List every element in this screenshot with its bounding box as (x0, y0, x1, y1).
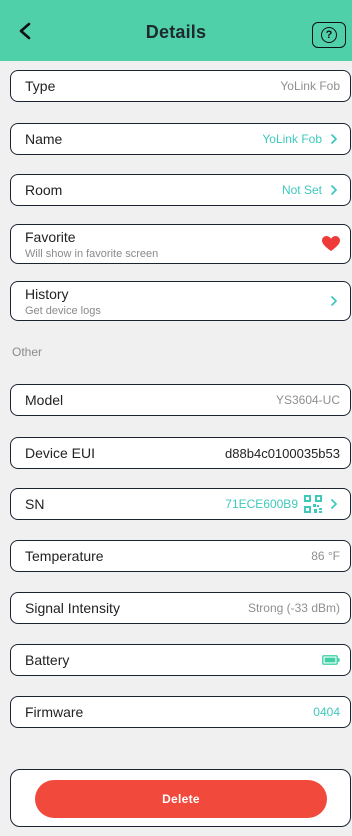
qr-code-icon[interactable] (304, 495, 322, 513)
sn-value-wrap: 71ECE600B9 (225, 495, 340, 513)
battery-full-icon (322, 655, 340, 665)
header-bar: Details ? (0, 0, 352, 61)
sn-value: 71ECE600B9 (225, 497, 298, 511)
delete-panel: Delete (10, 769, 351, 827)
question-mark-icon: ? (321, 27, 337, 43)
signal-row: Signal Intensity Strong (-33 dBm) (10, 592, 351, 624)
help-button[interactable]: ? (312, 22, 346, 48)
model-row: Model YS3604-UC (10, 384, 351, 416)
type-value: YoLink Fob (280, 79, 340, 93)
signal-label: Signal Intensity (25, 600, 120, 616)
section-label-other: Other (12, 345, 43, 359)
delete-button[interactable]: Delete (35, 780, 327, 818)
favorite-text: Favorite Will show in favorite screen (25, 229, 158, 260)
name-value: YoLink Fob (262, 132, 322, 146)
name-row[interactable]: Name YoLink Fob (10, 123, 351, 155)
history-row[interactable]: History Get device logs (10, 281, 351, 321)
device-eui-value: d88b4c0100035b53 (225, 445, 340, 461)
history-text: History Get device logs (25, 286, 101, 317)
type-label: Type (25, 78, 56, 94)
chevron-right-icon (331, 134, 337, 144)
name-label: Name (25, 131, 63, 147)
temperature-value: 86 °F (311, 549, 340, 563)
temperature-row: Temperature 86 °F (10, 540, 351, 572)
device-eui-row: Device EUI d88b4c0100035b53 (10, 437, 351, 469)
room-value-wrap: Not Set (282, 183, 340, 197)
firmware-value: 0404 (313, 705, 340, 719)
chevron-right-icon (331, 296, 337, 306)
temperature-label: Temperature (25, 548, 104, 564)
firmware-label: Firmware (25, 704, 84, 720)
favorite-label: Favorite (25, 228, 76, 245)
heart-icon[interactable] (322, 236, 340, 252)
name-value-wrap: YoLink Fob (262, 132, 340, 146)
room-row[interactable]: Room Not Set (10, 174, 351, 206)
firmware-row: Firmware 0404 (10, 696, 351, 728)
history-sublabel: Get device logs (25, 304, 101, 317)
history-label: History (25, 285, 69, 302)
model-label: Model (25, 392, 64, 408)
type-row: Type YoLink Fob (10, 70, 351, 102)
battery-label: Battery (25, 652, 70, 668)
device-eui-label: Device EUI (25, 445, 96, 461)
signal-value: Strong (-33 dBm) (247, 601, 340, 615)
favorite-row[interactable]: Favorite Will show in favorite screen (10, 224, 351, 264)
battery-row: Battery (10, 644, 351, 676)
model-value: YS3604-UC (275, 393, 340, 407)
favorite-sublabel: Will show in favorite screen (25, 247, 159, 260)
sn-row[interactable]: SN 71ECE600B9 (10, 488, 351, 520)
room-label: Room (25, 182, 63, 198)
page-title: Details (145, 22, 207, 42)
room-value: Not Set (281, 183, 322, 197)
chevron-right-icon (331, 499, 337, 509)
chevron-right-icon (331, 185, 337, 195)
sn-label: SN (25, 496, 45, 512)
